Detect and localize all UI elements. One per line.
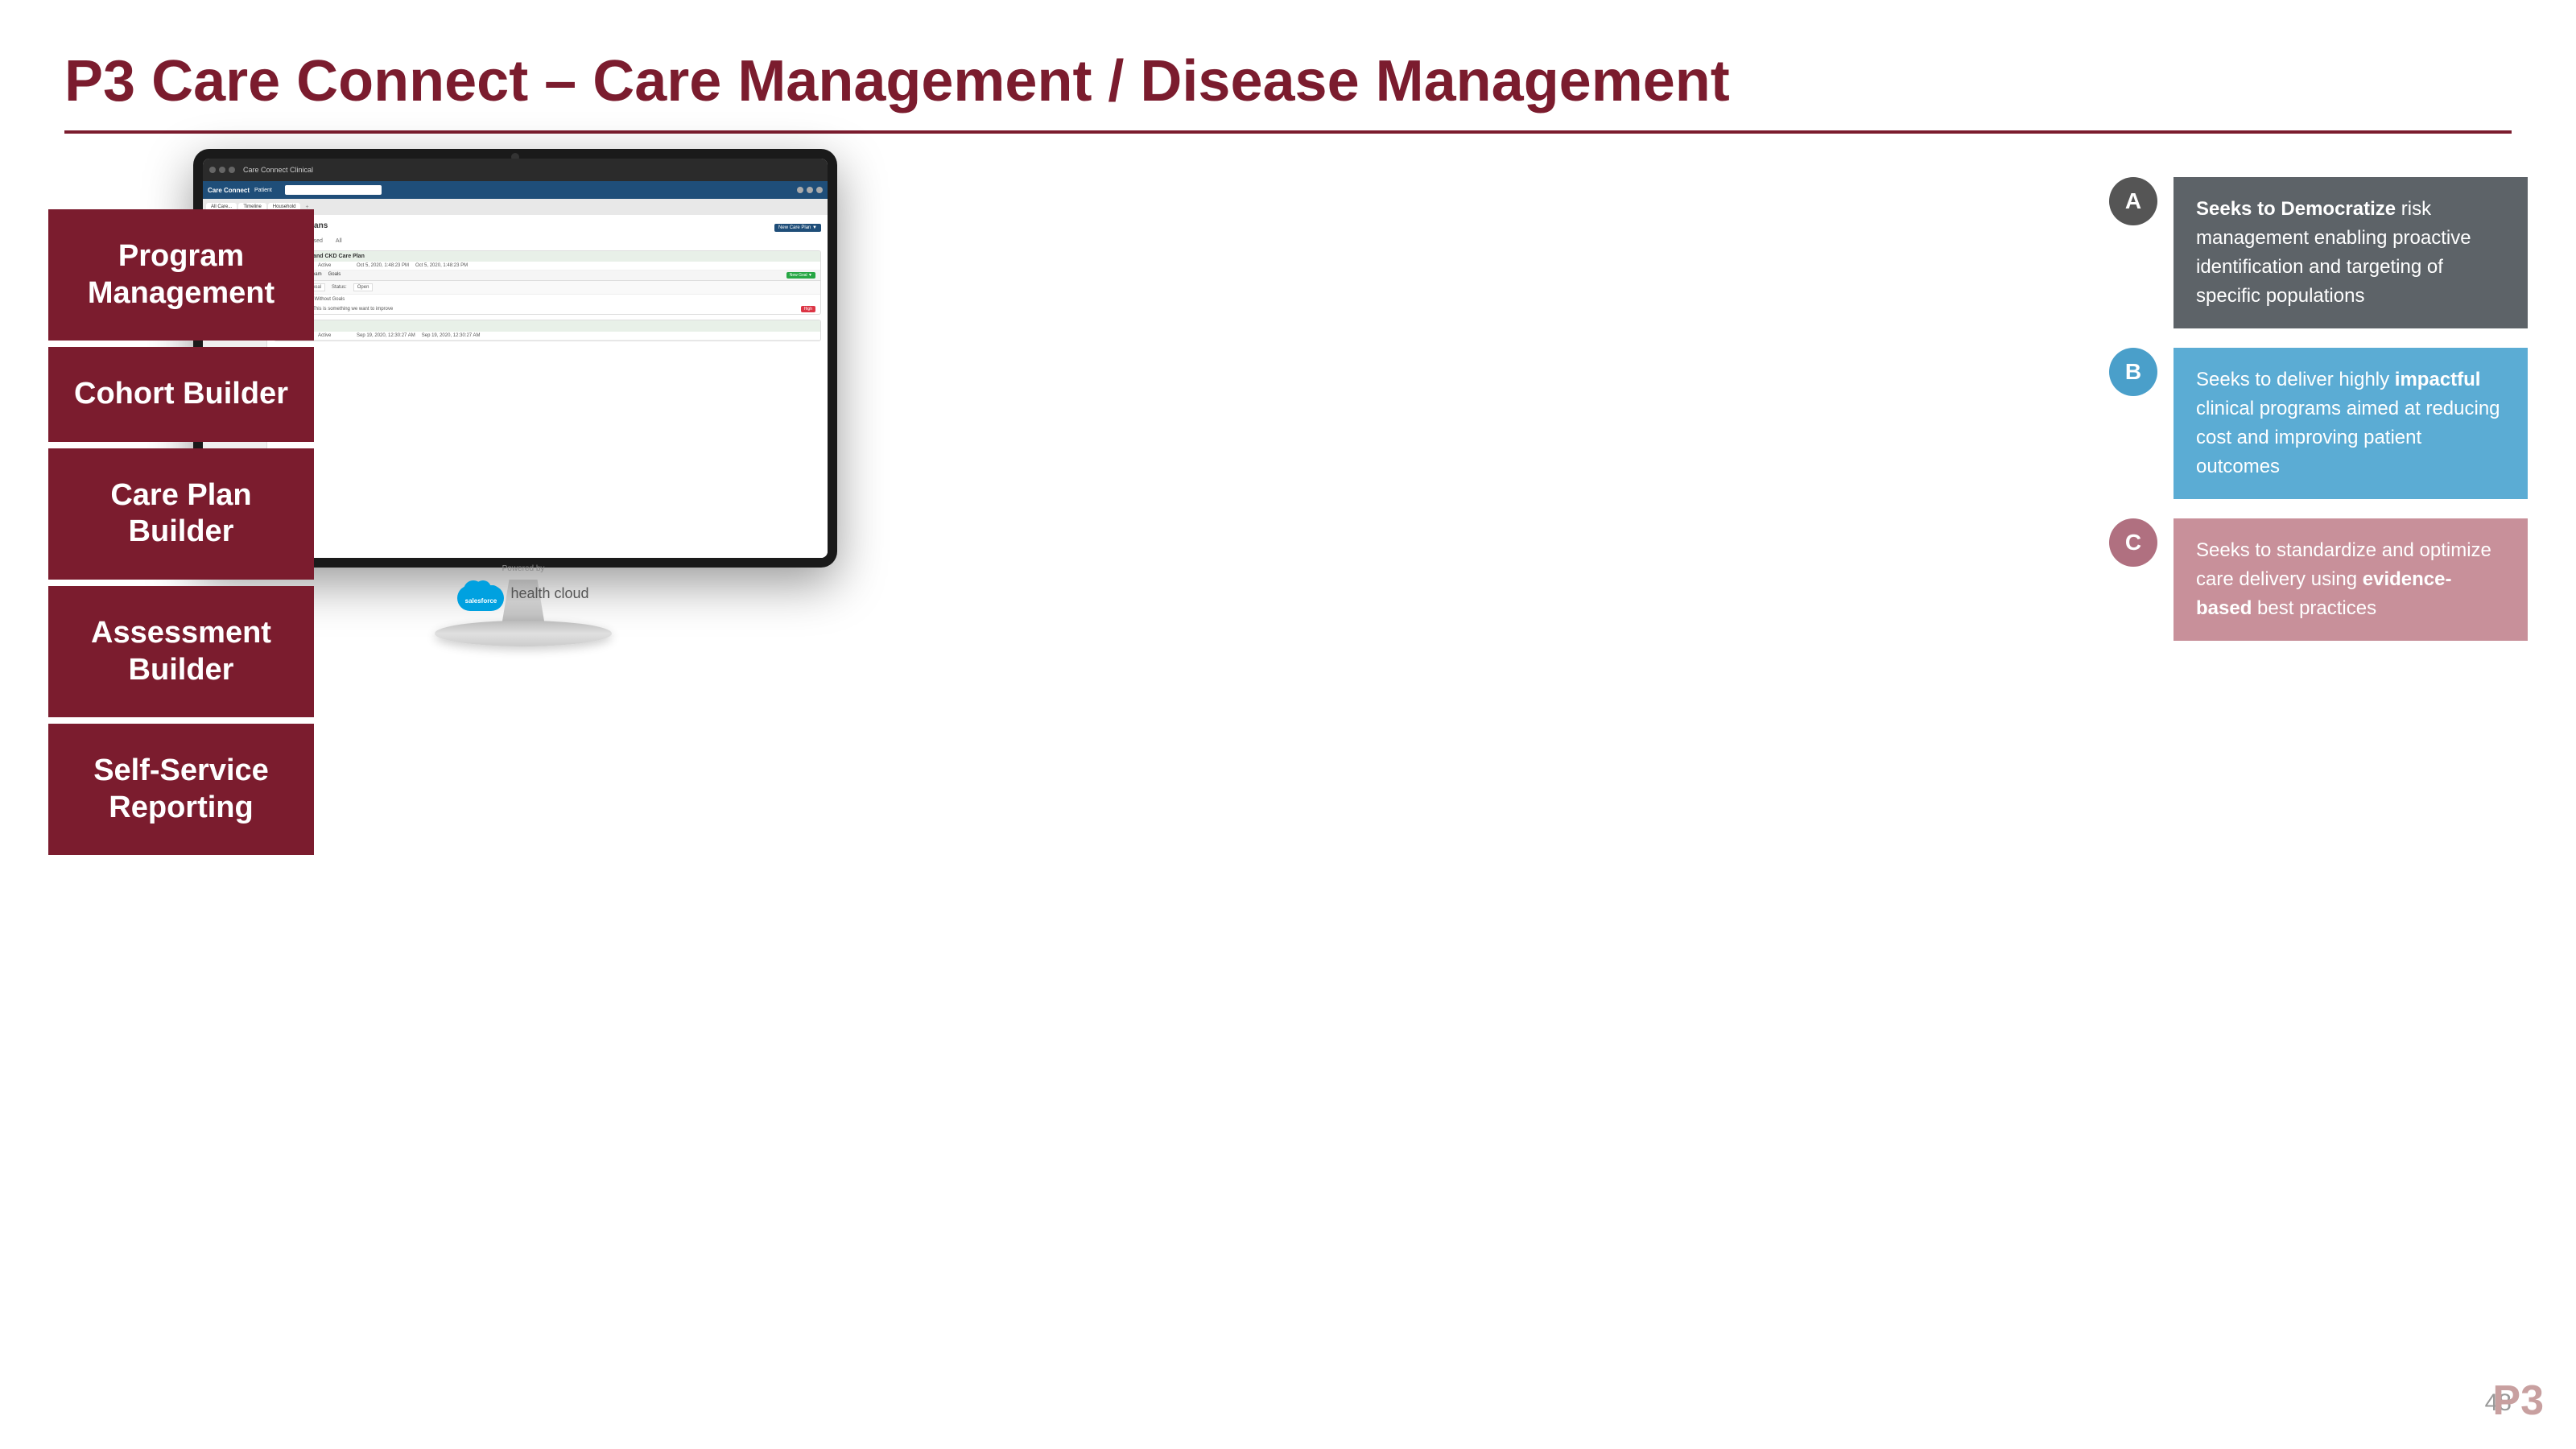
priority-badge: High <box>801 306 815 312</box>
page-header: P3 Care Connect – Care Management / Dise… <box>64 48 2512 134</box>
care-plan-1-row: 00012638 Active Oct 5, 2020, 1:48:23 PM … <box>275 262 820 270</box>
sidebar-item-care-plan-builder[interactable]: Care Plan Builder <box>48 448 314 580</box>
salesforce-area: Powered by salesforce health cloud <box>402 564 644 611</box>
tasks-without-goals-row: ▶ Tasks Without Goals <box>275 295 820 304</box>
status-dropdown[interactable]: Open <box>353 283 374 291</box>
powered-by-text: Powered by <box>402 564 644 573</box>
care-plan-2-header: ▶ Care Plan <box>275 320 820 332</box>
care-plan-section-1: ▼ Diabetes and CKD Care Plan 00012638 Ac… <box>274 250 821 315</box>
subtab-all[interactable]: All <box>331 237 347 247</box>
screen-subtabs: Open Closed All <box>274 237 821 247</box>
screen-main: All Care Plans New Care Plan ▼ Open Clos… <box>267 215 828 558</box>
badge-a: A <box>2109 177 2157 225</box>
monitor-stand-base <box>435 621 612 646</box>
card-a-text: Seeks to Democratize risk management ena… <box>2174 177 2528 328</box>
care-plan-section-2: ▶ Care Plan 00012537 Active Sep 19, 2020… <box>274 320 821 341</box>
card-b-bold: impactful <box>2395 369 2481 390</box>
info-card-b: B Seeks to deliver highly impactful clin… <box>2109 348 2528 499</box>
topbar-app-name: Care Connect Clinical <box>243 166 313 174</box>
card-b-rest: clinical programs aimed at reducing cost… <box>2196 398 2500 477</box>
header-divider <box>64 130 2512 134</box>
info-cards: A Seeks to Democratize risk management e… <box>2109 177 2528 641</box>
care-plan-2-row: 00012537 Active Sep 19, 2020, 12:30:27 A… <box>275 332 820 341</box>
screen-topbar: Care Connect Clinical <box>203 159 828 181</box>
sidebar-item-program-management[interactable]: Program Management <box>48 209 314 341</box>
new-care-plan-button[interactable]: New Care Plan ▼ <box>774 224 821 232</box>
created-2: Sep 19, 2020, 12:30:27 AM <box>422 333 481 338</box>
sidebar-item-assessment-builder[interactable]: Assessment Builder <box>48 586 314 717</box>
card-c-rest: best practices <box>2252 597 2376 619</box>
card-b-pre: Seeks to deliver highly <box>2196 369 2395 390</box>
sf-cloud-icon: salesforce <box>457 576 504 611</box>
card-c-text: Seeks to standardize and optimize care d… <box>2174 518 2528 641</box>
topbar-dot-3 <box>229 167 235 173</box>
group-by-bar: Group by: Goal Status: Open <box>275 281 820 295</box>
sf-logo-row: salesforce health cloud <box>402 576 644 611</box>
goal-row: ▶ Goal This is something we want to impr… <box>275 304 820 314</box>
navbar-patient-tab: Patient <box>254 188 272 193</box>
card-a-bold: Seeks to Democratize <box>2196 198 2396 220</box>
badge-c: C <box>2109 518 2157 567</box>
badge-b: B <box>2109 348 2157 396</box>
sf-health-cloud-text: health cloud <box>510 585 588 602</box>
navbar-search[interactable] <box>285 185 382 195</box>
nav-icon-2 <box>807 187 813 193</box>
tasks-bar: Tasks Care Team Goals New Goal ▼ <box>275 270 820 281</box>
topbar-dot-1 <box>209 167 216 173</box>
card-b-text: Seeks to deliver highly impactful clinic… <box>2174 348 2528 499</box>
info-card-c: C Seeks to standardize and optimize care… <box>2109 518 2528 641</box>
last-modified-2: Sep 19, 2020, 12:30:27 AM <box>357 333 415 338</box>
screen-navbar: Care Connect Patient <box>203 181 828 199</box>
navbar-brand: Care Connect <box>208 187 250 194</box>
new-goal-button[interactable]: New Goal ▼ <box>786 272 815 279</box>
last-modified-1: Oct 5, 2020, 1:48:23 PM <box>357 263 409 268</box>
nav-icon-1 <box>797 187 803 193</box>
topbar-dot-2 <box>219 167 225 173</box>
status-1: Active <box>318 263 350 268</box>
sidebar-menu: Program Management Cohort Builder Care P… <box>48 209 314 855</box>
sidebar-item-self-service-reporting[interactable]: Self-Service Reporting <box>48 724 314 855</box>
p3-logo: P3 <box>2492 1377 2544 1425</box>
created-1: Oct 5, 2020, 1:48:23 PM <box>415 263 468 268</box>
care-plan-1-header: ▼ Diabetes and CKD Care Plan <box>275 251 820 262</box>
page-title: P3 Care Connect – Care Management / Dise… <box>64 48 2512 114</box>
nav-icon-3 <box>816 187 823 193</box>
sidebar-item-cohort-builder[interactable]: Cohort Builder <box>48 347 314 442</box>
status-2: Active <box>318 333 350 338</box>
info-card-a: A Seeks to Democratize risk management e… <box>2109 177 2528 328</box>
sf-cloud-text: salesforce <box>465 597 497 605</box>
